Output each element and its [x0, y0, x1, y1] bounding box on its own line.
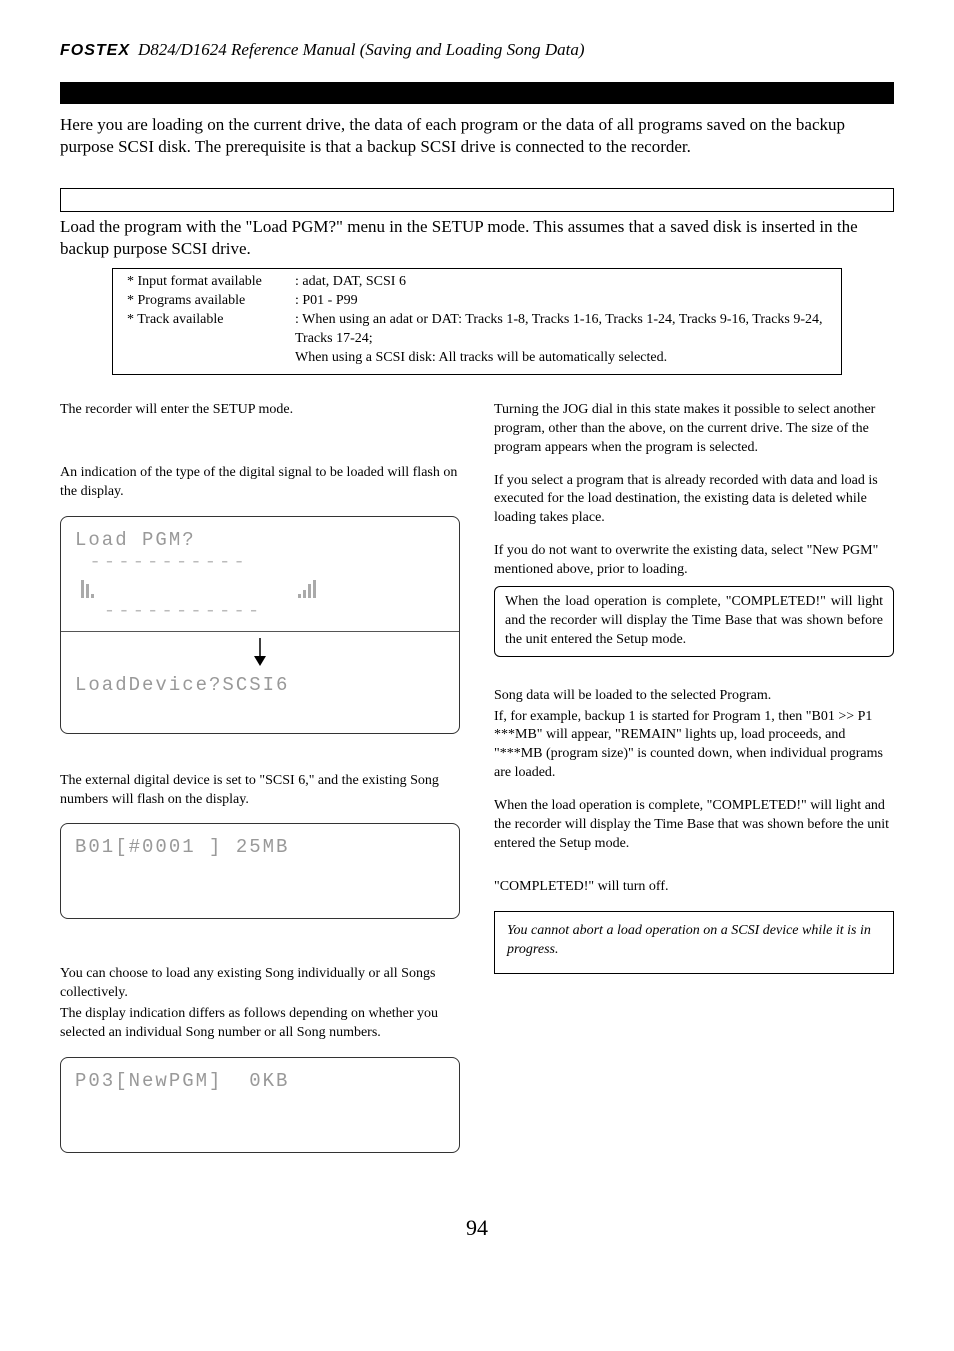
warning-note-box: You cannot abort a load operation on a S…: [494, 911, 894, 975]
lcd-line: Load PGM?: [75, 529, 445, 552]
lcd-display-1: Load PGM? ----------- ----------- LoadDe…: [60, 516, 460, 734]
left-p5: The display indication differs as follow…: [60, 1005, 460, 1043]
right-p6: "COMPLETED!" will turn off.: [494, 878, 894, 897]
page-header: FOSTEX D824/D1624 Reference Manual (Savi…: [60, 40, 894, 60]
lcd-meter-bars: [81, 578, 445, 598]
two-column-layout: The recorder will enter the SETUP mode. …: [60, 401, 894, 1175]
right-p4a: Song data will be loaded to the selected…: [494, 687, 894, 706]
brand-logo: FOSTEX: [60, 42, 130, 59]
right-p1: Turning the JOG dial in this state makes…: [494, 401, 894, 458]
intro-paragraph: Here you are loading on the current driv…: [60, 114, 894, 158]
table-row: * Input format available : adat, DAT, SC…: [127, 273, 827, 292]
left-p2: An indication of the type of the digital…: [60, 464, 460, 502]
table-row: * Programs available : P01 - P99: [127, 292, 827, 311]
manual-title: D824/D1624 Reference Manual (Saving and …: [138, 40, 585, 59]
lcd-line: LoadDevice?SCSI6: [75, 674, 445, 697]
right-column: Turning the JOG dial in this state makes…: [494, 401, 894, 1175]
right-p4b: If, for example, backup 1 is started for…: [494, 708, 894, 784]
table-row: * Track available : When using an adat o…: [127, 311, 827, 368]
spec-value: : adat, DAT, SCSI 6: [295, 273, 827, 292]
lcd-display-3: P03[NewPGM] 0KB: [60, 1057, 460, 1153]
procedure-intro: Load the program with the "Load PGM?" me…: [60, 216, 894, 260]
lcd-placeholder-line: -----------: [75, 600, 445, 623]
spec-value-line1: : When using an adat or DAT: Tracks 1-8,…: [295, 312, 823, 346]
right-p5: When the load operation is complete, "CO…: [494, 797, 894, 854]
arrow-down-icon: [75, 638, 445, 670]
left-column: The recorder will enter the SETUP mode. …: [60, 401, 460, 1175]
spec-value: : When using an adat or DAT: Tracks 1-8,…: [295, 311, 827, 368]
spec-label: * Track available: [127, 311, 295, 368]
spec-label: * Programs available: [127, 292, 295, 311]
procedure-label-box: [60, 188, 894, 212]
right-p2: If you select a program that is already …: [494, 472, 894, 529]
right-p3: If you do not want to overwrite the exis…: [494, 542, 894, 580]
info-box-completed: When the load operation is complete, "CO…: [494, 586, 894, 657]
spec-value-line2: When using a SCSI disk: All tracks will …: [295, 350, 667, 365]
lcd-display-2: B01[#0001 ] 25MB: [60, 823, 460, 919]
lcd-line: P03[NewPGM] 0KB: [75, 1070, 445, 1093]
section-heading-bar: [60, 82, 894, 104]
spec-table: * Input format available : adat, DAT, SC…: [112, 268, 842, 374]
spec-label: * Input format available: [127, 273, 295, 292]
warning-note-text: You cannot abort a load operation on a S…: [507, 923, 871, 957]
left-p3: The external digital device is set to "S…: [60, 772, 460, 810]
left-p1: The recorder will enter the SETUP mode.: [60, 401, 460, 420]
left-p4: You can choose to load any existing Song…: [60, 965, 460, 1003]
spec-value: : P01 - P99: [295, 292, 827, 311]
lcd-placeholder-line: -----------: [75, 551, 445, 574]
page-number: 94: [60, 1215, 894, 1241]
lcd-line: B01[#0001 ] 25MB: [75, 836, 445, 859]
